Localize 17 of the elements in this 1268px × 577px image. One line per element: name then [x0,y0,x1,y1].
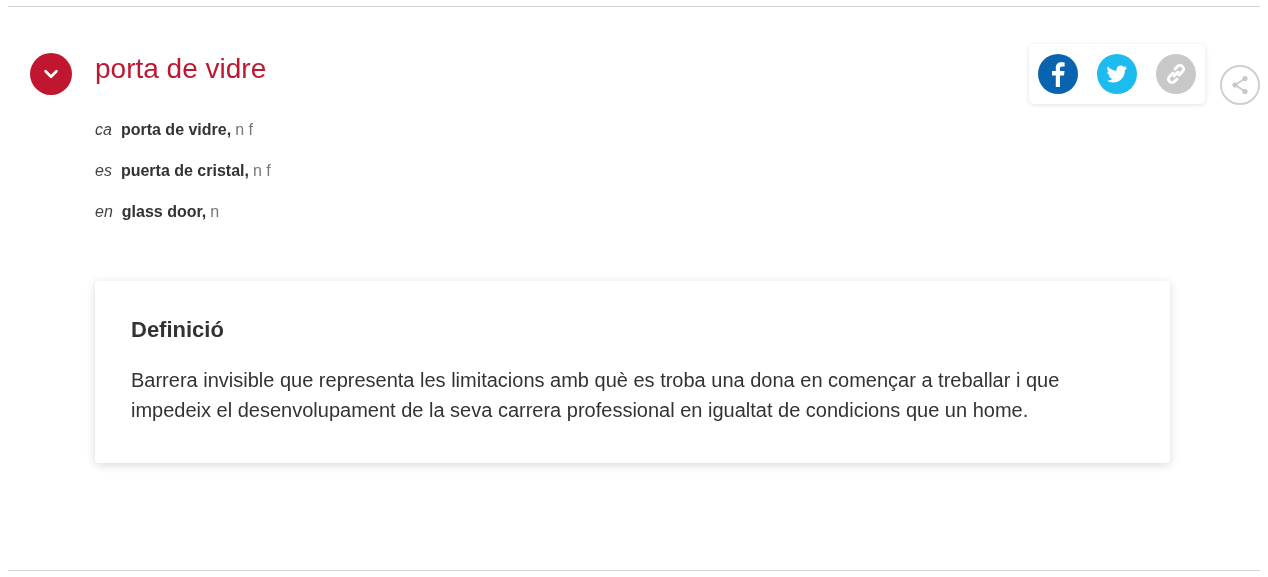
term: porta de vidre, [120,121,232,138]
entry-title: porta de vidre [95,53,267,85]
share-icon[interactable] [1220,64,1260,105]
collapse-button[interactable] [30,53,72,95]
language-code: ca [95,121,112,138]
grammar-label: n [210,203,220,220]
language-code: en [95,203,113,220]
grammar-label: n f [235,121,253,138]
language-code: es [95,162,112,179]
term: glass door, [121,203,207,220]
facebook-icon[interactable] [1038,54,1078,94]
link-icon[interactable] [1156,54,1196,94]
grammar-label: n f [252,162,271,179]
term: puerta de cristal, [120,162,249,179]
twitter-icon[interactable] [1097,54,1137,94]
definition-heading: Definició [131,317,225,343]
definition-text: Barrera invisible que representa les limitacions amb què es troba una dona en començar a treballar i que impedeix el desenvolupament de la seva carrera professional en igualtat de condicions que un home. [131,368,1061,423]
